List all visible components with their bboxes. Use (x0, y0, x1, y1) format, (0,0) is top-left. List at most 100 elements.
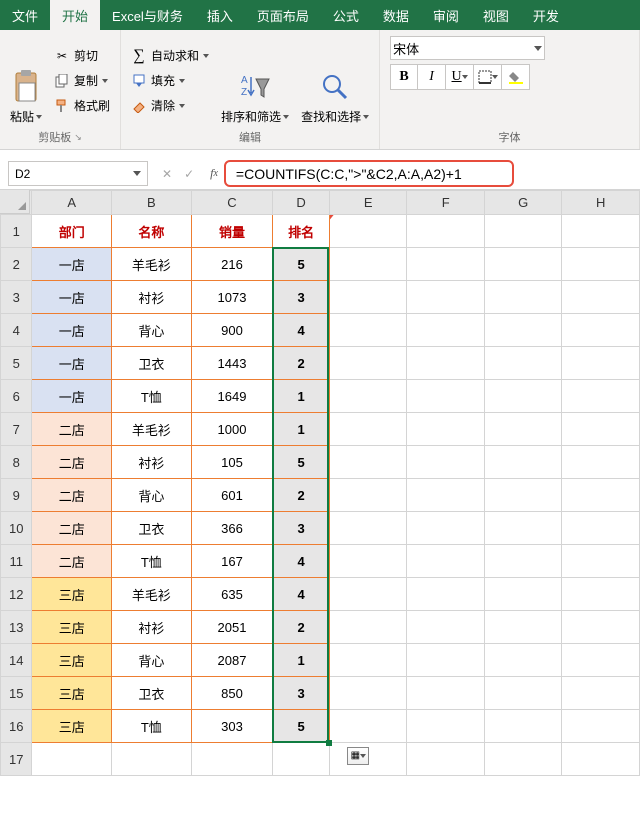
cell-H9[interactable] (562, 479, 640, 512)
sort-filter-button[interactable]: AZ 排序和筛选 (217, 34, 293, 127)
cell-D10[interactable]: 3 (273, 512, 330, 545)
cell-E1[interactable] (329, 215, 407, 248)
cell-H10[interactable] (562, 512, 640, 545)
cell-A2[interactable]: 一店 (32, 248, 112, 281)
cell-C1[interactable]: 销量 (191, 215, 273, 248)
border-button[interactable] (474, 64, 502, 90)
cell-E7[interactable] (329, 413, 407, 446)
ribbon-tab-0[interactable]: 文件 (0, 0, 50, 30)
cell-B13[interactable]: 衬衫 (112, 611, 192, 644)
cell-H5[interactable] (562, 347, 640, 380)
cell-B5[interactable]: 卫衣 (112, 347, 192, 380)
cell-H11[interactable] (562, 545, 640, 578)
cell-C3[interactable]: 1073 (191, 281, 273, 314)
cell-B10[interactable]: 卫衣 (112, 512, 192, 545)
ribbon-tab-8[interactable]: 视图 (471, 0, 521, 30)
cell-F13[interactable] (407, 611, 485, 644)
column-header-B[interactable]: B (112, 191, 192, 215)
row-header-13[interactable]: 13 (1, 611, 32, 644)
cell-B7[interactable]: 羊毛衫 (112, 413, 192, 446)
cell-C5[interactable]: 1443 (191, 347, 273, 380)
name-box[interactable]: D2 (8, 161, 148, 186)
ribbon-tab-9[interactable]: 开发 (521, 0, 571, 30)
cell-G8[interactable] (484, 446, 562, 479)
ribbon-tab-5[interactable]: 公式 (321, 0, 371, 30)
ribbon-tab-1[interactable]: 开始 (50, 0, 100, 30)
cell-E4[interactable] (329, 314, 407, 347)
cell-F12[interactable] (407, 578, 485, 611)
spreadsheet-grid[interactable]: ABCDEFGH 1部门名称销量排名2一店羊毛衫21653一店衬衫107334一… (0, 190, 640, 776)
cell-B11[interactable]: T恤 (112, 545, 192, 578)
cell-A14[interactable]: 三店 (32, 644, 112, 677)
select-all-corner[interactable] (0, 190, 30, 214)
cell-A6[interactable]: 一店 (32, 380, 112, 413)
cell-A1[interactable]: 部门 (32, 215, 112, 248)
column-header-H[interactable]: H (562, 191, 640, 215)
cell-H12[interactable] (562, 578, 640, 611)
cell-B3[interactable]: 衬衫 (112, 281, 192, 314)
cell-C12[interactable]: 635 (191, 578, 273, 611)
row-header-1[interactable]: 1 (1, 215, 32, 248)
cell-H15[interactable] (562, 677, 640, 710)
cell-C9[interactable]: 601 (191, 479, 273, 512)
cell-G6[interactable] (484, 380, 562, 413)
row-header-8[interactable]: 8 (1, 446, 32, 479)
row-header-11[interactable]: 11 (1, 545, 32, 578)
row-header-9[interactable]: 9 (1, 479, 32, 512)
cell-C6[interactable]: 1649 (191, 380, 273, 413)
cell-B8[interactable]: 衬衫 (112, 446, 192, 479)
fill-button[interactable]: 填充 (127, 70, 213, 91)
cell-F7[interactable] (407, 413, 485, 446)
row-header-2[interactable]: 2 (1, 248, 32, 281)
row-header-17[interactable]: 17 (1, 743, 32, 776)
cell-D17[interactable] (273, 743, 330, 776)
find-select-button[interactable]: 查找和选择 (297, 34, 373, 127)
cell-C15[interactable]: 850 (191, 677, 273, 710)
cell-D5[interactable]: 2 (273, 347, 330, 380)
cell-A5[interactable]: 一店 (32, 347, 112, 380)
fill-handle[interactable] (326, 740, 332, 746)
cell-E16[interactable] (329, 710, 407, 743)
ribbon-tab-4[interactable]: 页面布局 (245, 0, 321, 30)
cell-F6[interactable] (407, 380, 485, 413)
paste-button[interactable]: 粘贴 (6, 34, 46, 127)
cell-E6[interactable] (329, 380, 407, 413)
column-header-C[interactable]: C (191, 191, 273, 215)
cell-A3[interactable]: 一店 (32, 281, 112, 314)
column-header-A[interactable]: A (32, 191, 112, 215)
cell-E10[interactable] (329, 512, 407, 545)
cell-H3[interactable] (562, 281, 640, 314)
cell-F8[interactable] (407, 446, 485, 479)
cell-B6[interactable]: T恤 (112, 380, 192, 413)
cell-G12[interactable] (484, 578, 562, 611)
cell-A12[interactable]: 三店 (32, 578, 112, 611)
cell-H7[interactable] (562, 413, 640, 446)
italic-button[interactable]: I (418, 64, 446, 90)
cell-B17[interactable] (112, 743, 192, 776)
cell-F3[interactable] (407, 281, 485, 314)
cell-F5[interactable] (407, 347, 485, 380)
cell-D8[interactable]: 5 (273, 446, 330, 479)
cell-C10[interactable]: 366 (191, 512, 273, 545)
cell-C16[interactable]: 303 (191, 710, 273, 743)
autosum-button[interactable]: ∑ 自动求和 (127, 45, 213, 66)
cell-F1[interactable] (407, 215, 485, 248)
cell-G11[interactable] (484, 545, 562, 578)
formula-input[interactable]: =COUNTIFS(C:C,">"&C2,A:A,A2)+1 (224, 160, 514, 187)
cell-C4[interactable]: 900 (191, 314, 273, 347)
bold-button[interactable]: B (390, 64, 418, 90)
cell-H17[interactable] (562, 743, 640, 776)
cell-F11[interactable] (407, 545, 485, 578)
cell-D12[interactable]: 4 (273, 578, 330, 611)
cell-E5[interactable] (329, 347, 407, 380)
cell-H13[interactable] (562, 611, 640, 644)
copy-button[interactable]: 复制 (50, 70, 114, 91)
cell-B9[interactable]: 背心 (112, 479, 192, 512)
cell-A11[interactable]: 二店 (32, 545, 112, 578)
ribbon-tab-2[interactable]: Excel与财务 (100, 0, 195, 30)
cell-B12[interactable]: 羊毛衫 (112, 578, 192, 611)
row-header-14[interactable]: 14 (1, 644, 32, 677)
row-header-5[interactable]: 5 (1, 347, 32, 380)
cell-G3[interactable] (484, 281, 562, 314)
cell-H2[interactable] (562, 248, 640, 281)
